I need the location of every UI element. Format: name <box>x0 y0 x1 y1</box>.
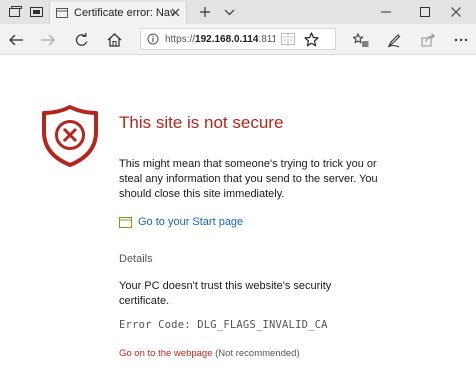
minimize-icon[interactable] <box>366 0 406 24</box>
start-page-link-label[interactable]: Go to your Start page <box>138 216 243 228</box>
start-page-link[interactable]: Go to your Start page <box>119 216 243 228</box>
page-icon <box>56 8 68 18</box>
browser-window: Certificate error: Naviga <box>0 0 476 387</box>
forward-arrow-icon[interactable] <box>37 30 57 50</box>
chevron-down-icon[interactable] <box>221 4 237 20</box>
go-on-row: Go on to the webpage (Not recommended) <box>119 348 300 359</box>
close-icon[interactable] <box>169 6 181 18</box>
window-icon <box>119 216 132 228</box>
url-prefix: https:// <box>165 33 196 45</box>
url-rest: :8117... <box>258 33 275 45</box>
warning-description: This might mean that someone's trying to… <box>119 158 378 200</box>
back-arrow-icon[interactable] <box>6 30 26 50</box>
go-on-to-webpage-link[interactable]: Go on to the webpage <box>119 348 213 359</box>
tab-title: Certificate error: Naviga <box>74 7 174 19</box>
title-bar: Certificate error: Naviga <box>0 0 476 24</box>
pen-icon[interactable] <box>384 30 404 50</box>
share-icon[interactable] <box>418 30 438 50</box>
plus-icon[interactable] <box>197 4 213 20</box>
address-bar[interactable]: https://192.168.0.114:8117... <box>140 28 336 50</box>
navigation-bar: https://192.168.0.114:8117... <box>0 24 476 55</box>
tab-set-aside-icon[interactable] <box>7 4 23 20</box>
tab-certificate-error[interactable]: Certificate error: Naviga <box>49 2 187 24</box>
error-code: Error Code: DLG_FLAGS_INVALID_CA <box>119 319 328 331</box>
shield-x-icon <box>40 104 100 168</box>
refresh-icon[interactable] <box>71 30 91 50</box>
details-heading: Details <box>119 253 153 265</box>
details-text: Your PC doesn't trust this website's sec… <box>119 280 332 307</box>
page-title: This site is not secure <box>119 113 284 132</box>
home-icon[interactable] <box>104 30 124 50</box>
tab-preview-icon[interactable] <box>28 4 44 20</box>
favorite-star-icon[interactable] <box>303 31 319 47</box>
close-icon[interactable] <box>436 0 476 24</box>
not-recommended-note: (Not recommended) <box>215 348 300 359</box>
more-icon[interactable] <box>451 30 471 50</box>
url-host: 192.168.0.114 <box>195 33 259 45</box>
url-text[interactable]: https://192.168.0.114:8117... <box>165 34 275 45</box>
favorites-hub-icon[interactable] <box>351 30 371 50</box>
reading-view-icon[interactable] <box>281 33 295 45</box>
info-icon[interactable] <box>147 33 159 45</box>
